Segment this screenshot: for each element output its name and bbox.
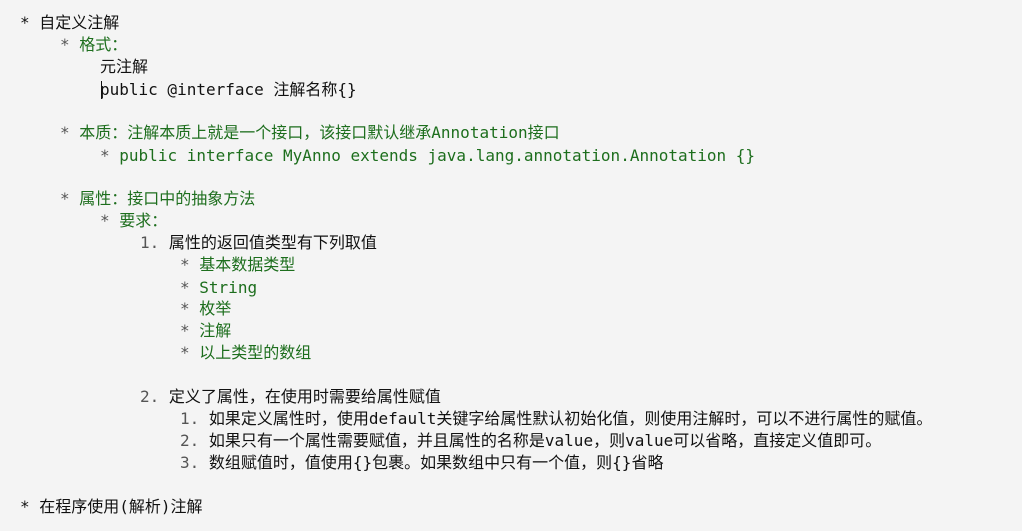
item-attributes: * 属性：接口中的抽象方法 [60,189,256,208]
rule-array-value: 3. 数组赋值时，值使用{}包裹。如果数组中只有一个值，则{}省略 [180,453,664,472]
item-format: * 格式： [60,35,128,54]
bullet-marker: * [20,13,30,32]
type-primitive: * 基本数据类型 [180,255,296,274]
number-marker: 2. [180,431,200,450]
bullet-marker: * [180,255,190,274]
item-essence: * 本质：注解本质上就是一个接口，该接口默认继承Annotation接口 [60,123,560,142]
meta-annotation-line: 元注解 [100,57,149,76]
bullet-marker: * [100,146,110,165]
bullet-marker: * [100,211,110,230]
number-marker: 3. [180,453,200,472]
bullet-marker: * [20,497,30,516]
rule-default-value: 1. 如果定义属性时，使用default关键字给属性默认初始化值，则使用注解时，… [180,409,933,428]
heading-custom-annotation: * 自定义注解 [20,13,120,32]
number-marker: 1. [180,409,200,428]
number-marker: 1. [140,233,160,252]
bullet-marker: * [60,189,70,208]
bullet-marker: * [180,299,190,318]
item-requirements: * 要求： [100,211,168,230]
bullet-marker: * [60,35,70,54]
type-string: * String [180,278,258,297]
type-annotation: * 注解 [180,321,232,340]
code-line-interface: public @interface 注解名称{} [100,80,357,99]
requirement-2: 2. 定义了属性，在使用时需要给属性赋值 [140,387,441,406]
text-cursor [101,81,102,99]
number-marker: 2. [140,387,160,406]
type-array: * 以上类型的数组 [180,343,312,362]
bullet-marker: * [60,123,70,142]
type-enum: * 枚举 [180,299,232,318]
code-line-myanno: * public interface MyAnno extends java.l… [100,146,756,165]
bullet-marker: * [180,321,190,340]
bullet-marker: * [180,278,190,297]
bullet-marker: * [180,343,190,362]
rule-value-omit: 2. 如果只有一个属性需要赋值，并且属性的名称是value，则value可以省略… [180,431,882,450]
requirement-1: 1. 属性的返回值类型有下列取值 [140,233,377,252]
heading-parse-annotation: * 在程序使用(解析)注解 [20,497,203,516]
